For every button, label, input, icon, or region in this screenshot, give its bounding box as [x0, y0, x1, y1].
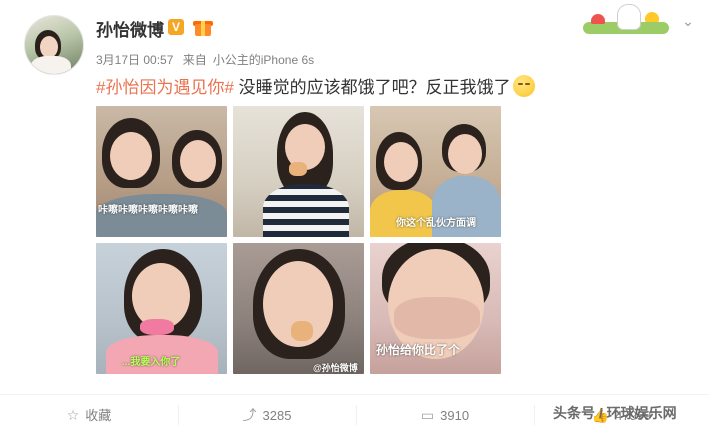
favorite-label: 收藏 [85, 408, 112, 423]
gift-icon[interactable] [193, 17, 213, 37]
source-prefix: 来自 [182, 53, 207, 67]
comment-icon: ▭ [420, 407, 435, 423]
post-text: #孙怡因为遇见你# 没睡觉的应该都饿了吧？反正我饿了 [96, 73, 535, 98]
comment-button[interactable]: ▭ 3910 [356, 395, 534, 435]
avatar-face-shape [40, 36, 58, 58]
post-time[interactable]: 3月17日 00:57 [96, 53, 173, 67]
topic-link[interactable]: #孙怡因为遇见你# [96, 78, 234, 97]
repost-button[interactable]: ⤴ 3285 [178, 395, 356, 435]
verified-badge: V [168, 19, 184, 35]
watermark: 头条号 / 环球娱乐网 [553, 405, 677, 421]
image-thumb-2[interactable] [233, 106, 364, 237]
post-meta: 3月17日 00:57 来自 小公主的iPhone 6s [96, 51, 320, 68]
star-icon: ☆ [66, 407, 80, 423]
image-thumb-6[interactable]: 孙怡给你比了个 [370, 243, 501, 374]
avatar[interactable] [24, 15, 84, 75]
post-body-text: 没睡觉的应该都饿了吧？反正我饿了 [238, 78, 511, 97]
source-device[interactable]: 小公主的iPhone 6s [213, 53, 314, 67]
chevron-down-icon[interactable]: ⌄ [679, 12, 697, 30]
image-thumb-3[interactable]: 你这个乱伙方面调 [370, 106, 501, 237]
weibo-post-card: 孙怡微博 V 3月17日 00:57 来自 小公主的iPhone 6s ⌄ #孙怡… [0, 0, 709, 435]
favorite-button[interactable]: ☆ 收藏 [0, 395, 178, 435]
image-caption-6: 孙怡给你比了个 [376, 343, 461, 357]
repost-icon: ⤴ [242, 407, 257, 423]
comment-count: 3910 [440, 408, 470, 423]
pensive-emoji-icon [512, 75, 535, 97]
image-caption-5: @孙怡微博 [313, 363, 358, 373]
image-caption-3: 你这个乱伙方面调 [396, 218, 476, 229]
image-grid: 咔嚓咔嚓咔嚓咔嚓咔嚓 你这个乱伙方面调 ...我要入你了 @孙怡微博 孙怡给你比… [96, 106, 502, 374]
image-thumb-1[interactable]: 咔嚓咔嚓咔嚓咔嚓咔嚓 [96, 106, 227, 237]
image-thumb-5[interactable]: @孙怡微博 [233, 243, 364, 374]
repost-count: 3285 [262, 408, 292, 423]
author-name[interactable]: 孙怡微博 [96, 16, 164, 41]
card-decoration [583, 4, 675, 38]
image-caption-4: ...我要入你了 [122, 357, 181, 368]
avatar-body-shape [31, 56, 71, 74]
image-thumb-4[interactable]: ...我要入你了 [96, 243, 227, 374]
image-caption-1: 咔嚓咔嚓咔嚓咔嚓咔嚓 [98, 205, 198, 216]
